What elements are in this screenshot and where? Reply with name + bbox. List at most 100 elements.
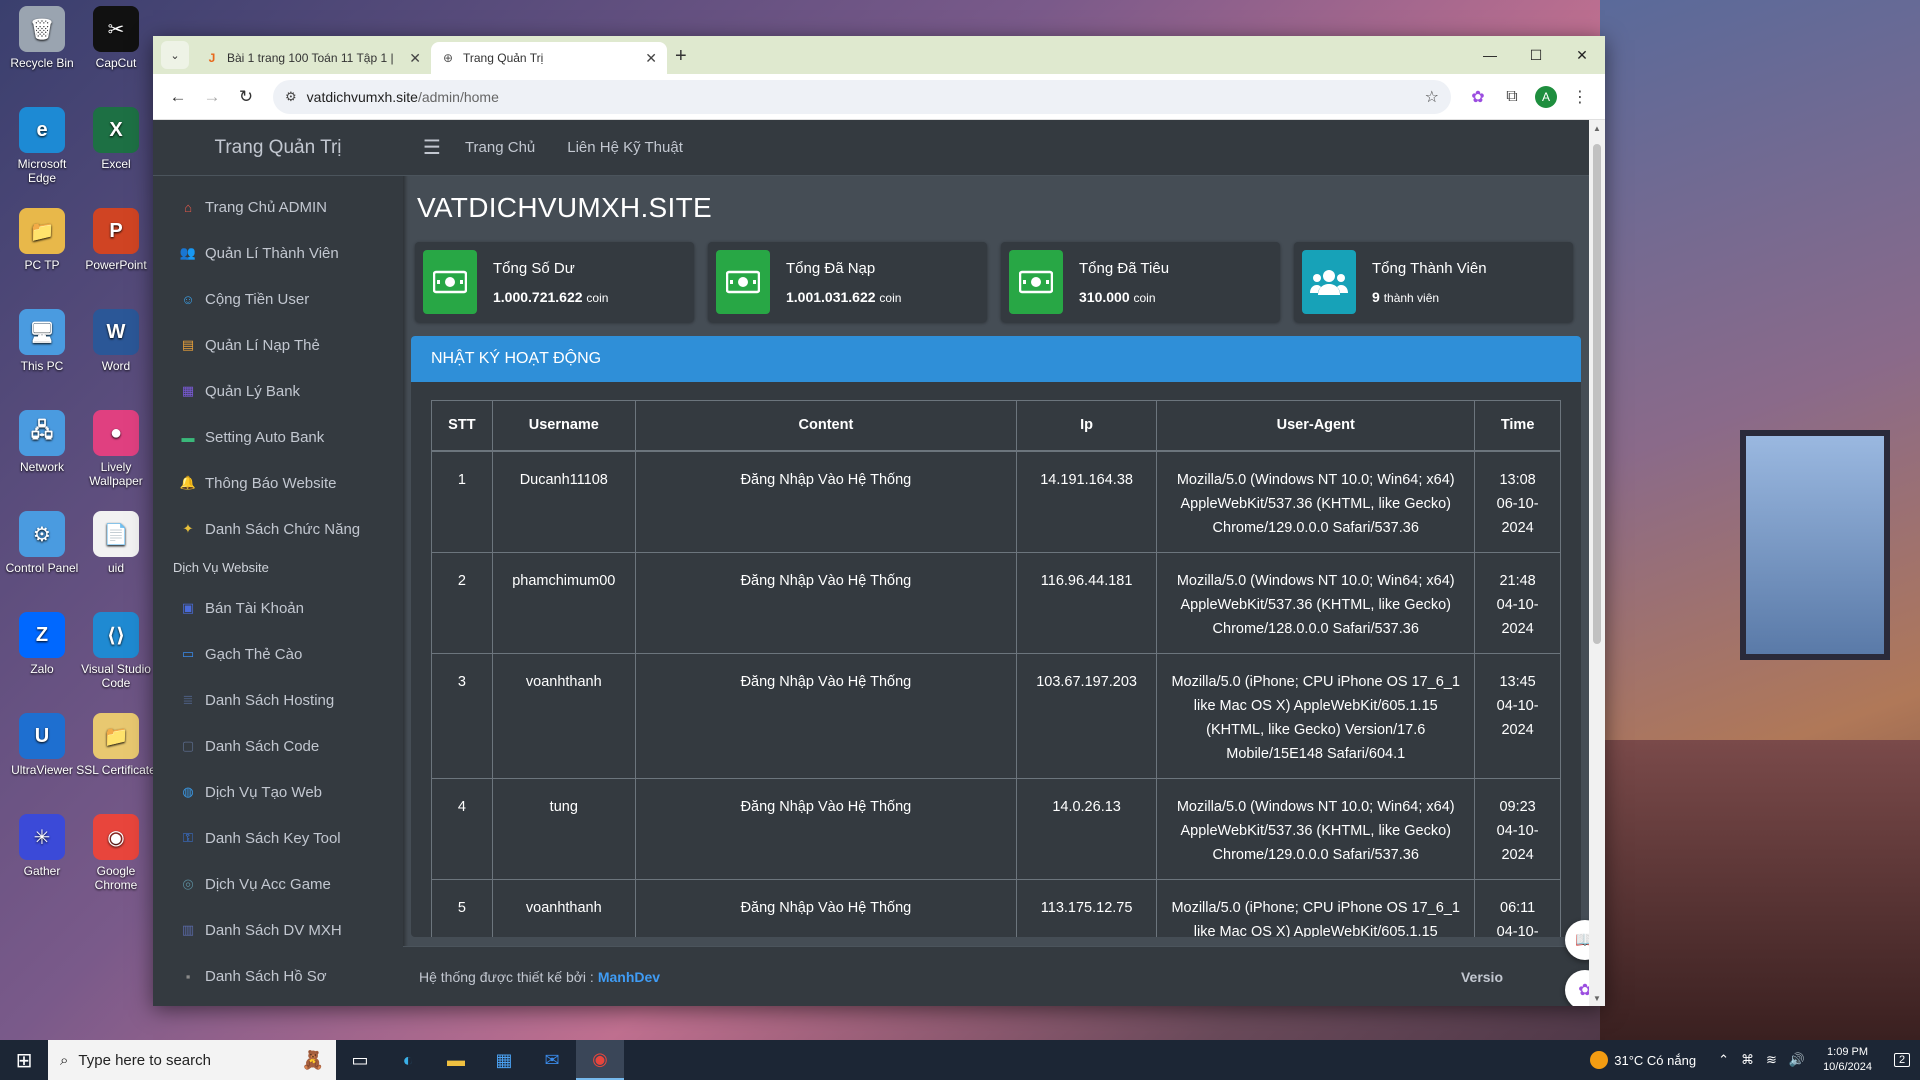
sidebar-item[interactable]: ⚿ Danh Sách Key Tool — [161, 815, 395, 861]
mail-icon[interactable]: ✉ — [528, 1040, 576, 1080]
store-icon[interactable]: ▦ — [480, 1040, 528, 1080]
desktop-icon[interactable]: P PowerPoint — [76, 208, 156, 272]
desktop-icon[interactable]: X Excel — [76, 107, 156, 171]
scrollbar-thumb[interactable] — [1593, 144, 1601, 644]
sidebar-item[interactable]: ≣ Danh Sách Hosting — [161, 677, 395, 723]
site-info-icon[interactable]: ⚙ — [285, 89, 297, 105]
money-icon — [716, 250, 770, 314]
column-header[interactable]: Ip — [1015, 400, 1158, 452]
desktop-icon[interactable]: W Word — [76, 309, 156, 373]
tab-toan-11[interactable]: J Bài 1 trang 100 Toán 11 Tập 1 | ✕ — [195, 42, 431, 74]
sidebar-item[interactable]: ▦ Quản Lý Bank — [161, 368, 395, 414]
cell-line: Mozilla/5.0 (iPhone; CPU iPhone OS 17_6_… — [1171, 899, 1460, 916]
sidebar-item[interactable]: ◎ Dịch Vụ Acc Game — [161, 861, 395, 907]
column-header[interactable]: Content — [634, 400, 1017, 452]
desktop-icon[interactable]: ⟨⟩ Visual Studio Code — [76, 612, 156, 690]
close-tab-icon[interactable]: ✕ — [645, 50, 657, 67]
sidebar-item[interactable]: ▥ Danh Sách DV MXH — [161, 907, 395, 953]
nav-link-home[interactable]: Trang Chủ — [465, 139, 535, 156]
column-header[interactable]: Time — [1474, 400, 1561, 452]
desktop-icon-label: Excel — [101, 157, 131, 171]
sidebar-item[interactable]: ▣ Bán Tài Khoản — [161, 585, 395, 631]
clock[interactable]: 1:09 PM 10/6/2024 — [1823, 1045, 1872, 1075]
stat-value: 1.001.031.622 — [786, 288, 876, 305]
weather-widget[interactable]: 31°C Có nắng — [1590, 1051, 1696, 1069]
sidebar-item[interactable]: ▪ Danh Sách Hồ Sơ — [161, 953, 395, 999]
desktop-icon-label: This PC — [20, 359, 64, 373]
cell-content: Đăng Nhập Vào Hệ Thống — [634, 878, 1017, 937]
desktop-wallpaper — [1600, 0, 1920, 1040]
tab-trang-quan-tri[interactable]: ⊕ Trang Quản Trị ✕ — [431, 42, 667, 74]
notification-center-icon[interactable]: 2 — [1884, 1040, 1920, 1080]
sidebar-item[interactable]: 🔔 Thông Báo Website — [161, 460, 395, 506]
wifi-icon[interactable]: ≋ — [1766, 1052, 1777, 1068]
network-tray-icon[interactable]: ⌘ — [1741, 1052, 1754, 1068]
url-input[interactable]: ⚙ vatdichvumxh.site/admin/home ☆ — [273, 79, 1451, 114]
page-scrollbar[interactable]: ▲ ▼ — [1589, 120, 1605, 1006]
close-window-button[interactable]: ✕ — [1559, 36, 1605, 74]
sidebar-item[interactable]: ⌂ Trang Chủ ADMIN — [161, 184, 395, 230]
scroll-up-icon[interactable]: ▲ — [1589, 120, 1605, 136]
page-title: VATDICHVUMXH.SITE — [417, 192, 712, 223]
reload-button[interactable]: ↻ — [229, 80, 263, 114]
extension-brain-icon[interactable]: ✿ — [1461, 80, 1495, 114]
desktop-icon[interactable]: 📄 uid — [76, 511, 156, 575]
tab-search-dropdown[interactable]: ⌄ — [161, 41, 189, 69]
taskbar-search[interactable]: ⌕ Type here to search 🧸 — [48, 1040, 336, 1080]
desktop-icon[interactable]: 📁 PC TP — [2, 208, 82, 272]
sidebar-brand[interactable]: Trang Quản Trị — [153, 120, 403, 176]
desktop-icon[interactable]: Z Zalo — [2, 612, 82, 676]
sidebar-item[interactable]: ▬ Setting Auto Bank — [161, 414, 395, 460]
chevron-up-icon[interactable]: ⌃ — [1718, 1052, 1729, 1068]
column-header[interactable]: STT — [431, 400, 493, 452]
sidebar-item[interactable]: ▭ Gạch Thẻ Cào — [161, 631, 395, 677]
sidebar-item[interactable]: ◍ Dịch Vụ Tạo Web — [161, 769, 395, 815]
bookmark-star-icon[interactable]: ☆ — [1425, 87, 1439, 107]
desktop-icon[interactable]: ✂ CapCut — [76, 6, 156, 70]
desktop-icon[interactable]: e Microsoft Edge — [2, 107, 82, 185]
cell-time: 21:48 04-10- 2024 — [1474, 551, 1561, 654]
profile-avatar[interactable]: A — [1529, 80, 1563, 114]
column-header[interactable]: User-Agent — [1156, 400, 1476, 452]
avatar: A — [1535, 85, 1557, 108]
desktop-icon[interactable]: 🗑 Recycle Bin — [2, 6, 82, 70]
close-tab-icon[interactable]: ✕ — [409, 50, 421, 67]
edge-taskbar-icon[interactable]: ◐ — [384, 1040, 432, 1080]
sidebar-item[interactable]: ☺ Cộng Tiền User — [161, 276, 395, 322]
chrome-taskbar-icon[interactable]: ◉ — [576, 1040, 624, 1080]
maximize-button[interactable]: ☐ — [1513, 36, 1559, 74]
stats-boxes: Tổng Số Dư 1.000.721.622 coin Tổng Đã Nạp 1… — [415, 242, 1577, 322]
cell-line: 2024 — [1501, 846, 1534, 863]
sidebar-item[interactable]: ▤ Quản Lí Nạp Thẻ — [161, 322, 395, 368]
forward-button[interactable]: → — [195, 80, 229, 114]
desktop-icon[interactable]: ● Lively Wallpaper — [76, 410, 156, 488]
key-tool-icon: ⚿ — [183, 830, 193, 845]
volume-icon[interactable]: 🔊 — [1789, 1052, 1805, 1068]
sidebar-item[interactable]: 👥 Quản Lí Thành Viên — [161, 230, 395, 276]
desktop-icon[interactable]: 🖥 This PC — [2, 309, 82, 373]
extensions-puzzle-icon[interactable]: ⧉ — [1495, 80, 1529, 114]
file-explorer-icon[interactable]: ▬ — [432, 1040, 480, 1080]
desktop-icon[interactable]: 🖧 Network — [2, 410, 82, 474]
start-button[interactable]: ⊞ — [0, 1040, 48, 1080]
desktop-icon[interactable]: 📁 SSL Certificate — [76, 713, 156, 777]
hamburger-menu-icon[interactable]: ☰ — [423, 135, 441, 160]
desktop-icon[interactable]: ◉ Google Chrome — [76, 814, 156, 892]
desktop-icon[interactable]: ⚙ Control Panel — [2, 511, 82, 575]
new-tab-button[interactable]: + — [675, 45, 687, 68]
footer-credit-link[interactable]: ManhDev — [598, 969, 660, 985]
scroll-down-icon[interactable]: ▼ — [1589, 990, 1605, 1006]
desktop-icon[interactable]: U UltraViewer — [2, 713, 82, 777]
sidebar-item[interactable]: ✦ Danh Sách Chức Năng — [161, 506, 395, 552]
browser-menu-icon[interactable]: ⋮ — [1563, 80, 1597, 114]
cell-line: 21:48 — [1499, 572, 1536, 589]
column-header[interactable]: Username — [491, 400, 636, 452]
minimize-button[interactable]: — — [1467, 36, 1513, 74]
footer: Hệ thống được thiết kế bởi : ManhDev Ver… — [403, 946, 1589, 1006]
cell-line: Chrome/129.0.0.0 Safari/537.36 — [1212, 846, 1419, 863]
desktop-icon[interactable]: ✳ Gather — [2, 814, 82, 878]
sidebar-item[interactable]: ▢ Danh Sách Code — [161, 723, 395, 769]
task-view-icon[interactable]: ▭ — [336, 1040, 384, 1080]
nav-link-contact[interactable]: Liên Hệ Kỹ Thuật — [567, 139, 683, 156]
back-button[interactable]: ← — [161, 80, 195, 114]
